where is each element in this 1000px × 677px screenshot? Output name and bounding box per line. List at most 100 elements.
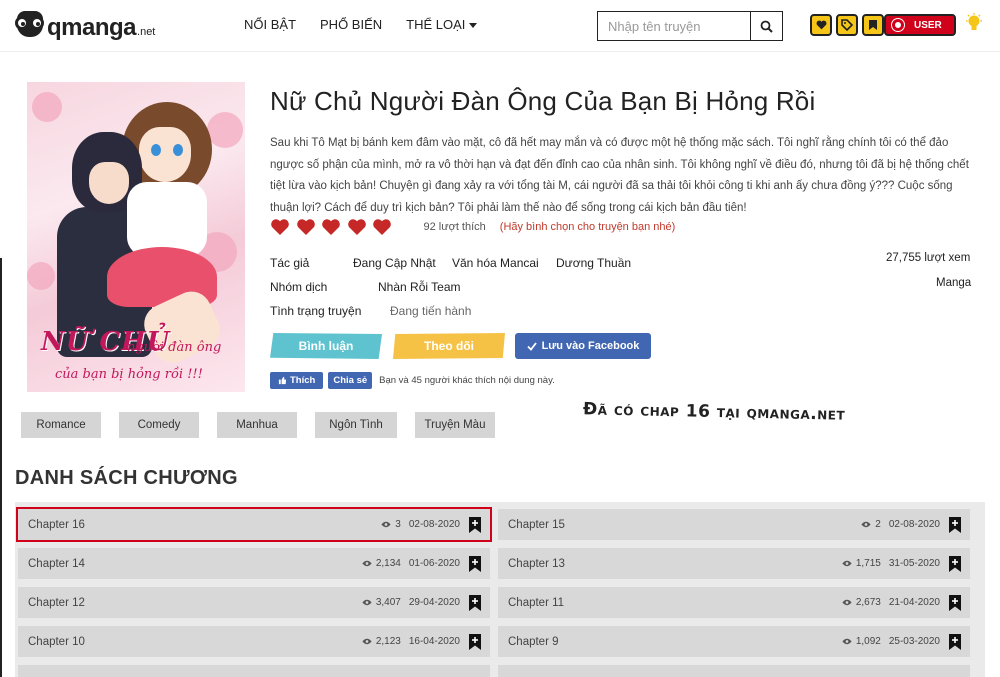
manga-cover: NỮ CHỦ người đàn ông của bạn bị hỏng rồi… [27, 82, 245, 392]
genre-tag[interactable]: Comedy [119, 412, 199, 438]
status-label: Tình trạng truyện [270, 304, 362, 318]
heart-rating-icon[interactable] [347, 218, 367, 236]
manga-description: Sau khi Tô Mạt bị bánh kem đâm vào mặt, … [270, 137, 969, 214]
bookmark-add-icon[interactable] [948, 555, 962, 573]
user-avatar-icon [892, 19, 904, 31]
fb-like-button[interactable]: Thích [270, 372, 324, 389]
genre-tag[interactable]: Truyện Màu [415, 412, 495, 438]
genre-label: Comedy [137, 419, 181, 431]
chapter-row[interactable]: Chapter 9 1,092 25-03-2020 [498, 626, 970, 657]
chapter-views: 1,715 [855, 558, 881, 569]
chapter-row-partial[interactable] [18, 665, 490, 677]
manga-kind: Manga [936, 277, 972, 289]
bookmark-add-icon[interactable] [948, 633, 962, 651]
follow-button[interactable]: Theo dõi [393, 333, 505, 359]
chapter-views: 2 [875, 519, 881, 530]
eye-icon [842, 599, 852, 606]
chapter-date: 25-03-2020 [888, 636, 940, 647]
bookmark-add-icon[interactable] [948, 516, 962, 534]
bookmark-add-icon[interactable] [468, 516, 482, 534]
eye-icon [842, 638, 852, 645]
chapter-date: 02-08-2020 [408, 519, 460, 530]
cover-title-sub: người đàn ông [127, 340, 222, 355]
lightbulb-icon[interactable] [965, 13, 983, 33]
chapter-row[interactable]: Chapter 15 2 02-08-2020 [498, 509, 970, 540]
chapter-row[interactable]: Chapter 13 1,715 31-05-2020 [498, 548, 970, 579]
genre-tags: Romance Comedy Manhua Ngôn Tình Truyện M… [21, 412, 495, 438]
thumbs-up-icon [278, 376, 287, 385]
main-nav: NỔI BẬT PHỔ BIẾN THỂ LOẠI [244, 17, 478, 32]
heart-rating-icon[interactable] [296, 218, 316, 236]
heart-rating-icon[interactable] [270, 218, 290, 236]
heart-rating-icon[interactable] [321, 218, 341, 236]
eye-icon [362, 638, 372, 645]
vote-prompt: (Hãy bình chọn cho truyện bạn nhé) [499, 221, 676, 233]
search-icon [760, 20, 773, 33]
rating-row: 92 lượt thích (Hãy bình chọn cho truyện … [270, 218, 675, 236]
chapter-row[interactable]: Chapter 12 3,407 29-04-2020 [18, 587, 490, 618]
site-logo[interactable]: qmanga .net [14, 8, 155, 40]
eye-icon [842, 560, 852, 567]
search-box [597, 11, 783, 41]
genre-tag[interactable]: Ngôn Tình [315, 412, 397, 438]
genre-label: Romance [36, 419, 86, 431]
heart-icon[interactable] [810, 14, 832, 36]
bookmark-icon[interactable] [862, 14, 884, 36]
chapter-name: Chapter 16 [28, 518, 85, 531]
header-icons [810, 14, 884, 36]
fb-share-label: Chia sẻ [333, 375, 368, 386]
author-link-3[interactable]: Dương Thuần [556, 256, 631, 270]
author-link-2[interactable]: Văn hóa Mancai [452, 256, 539, 270]
heart-rating-icon[interactable] [372, 218, 392, 236]
chapter-views: 3,407 [375, 597, 401, 608]
chapter-name: Chapter 14 [28, 557, 85, 570]
nav-the-loai-label: THỂ LOẠI [406, 17, 466, 32]
page-edge [0, 258, 2, 677]
eye-icon [381, 521, 391, 528]
chapter-name: Chapter 10 [28, 635, 85, 648]
check-icon [526, 341, 537, 351]
bookmark-add-icon[interactable] [468, 555, 482, 573]
chapter-list-title: DANH SÁCH CHƯƠNG [15, 467, 238, 489]
genre-label: Manhua [236, 419, 278, 431]
fb-share-button[interactable]: Chia sẻ [328, 372, 373, 389]
eye-icon [362, 599, 372, 606]
logo-ext: .net [137, 26, 156, 38]
chapter-date: 21-04-2020 [888, 597, 940, 608]
logo-text: qmanga [47, 14, 137, 41]
nav-the-loai[interactable]: THỂ LOẠI [406, 17, 478, 32]
tags-icon[interactable] [836, 14, 858, 36]
chapter-row[interactable]: Chapter 10 2,123 16-04-2020 [18, 626, 490, 657]
search-button[interactable] [750, 12, 782, 40]
chapter-row-partial[interactable] [498, 665, 970, 677]
chapter-row[interactable]: Chapter 16 3 02-08-2020 [16, 507, 492, 542]
chapter-views: 2,123 [375, 636, 401, 647]
search-input[interactable] [598, 12, 750, 40]
chapter-date: 02-08-2020 [888, 519, 940, 530]
genre-label: Truyện Màu [424, 419, 486, 431]
group-link[interactable]: Nhàn Rỗi Team [378, 280, 461, 294]
user-button[interactable]: USER [884, 14, 956, 36]
cover-title-line2: của bạn bị hỏng rồi !!! [55, 367, 203, 382]
nav-noi-bat[interactable]: NỔI BẬT [244, 17, 296, 32]
site-header: qmanga .net NỔI BẬT PHỔ BIẾN THỂ LOẠI US… [0, 0, 1000, 52]
bookmark-add-icon[interactable] [468, 594, 482, 612]
save-to-facebook-button[interactable]: Lưu vào Facebook [515, 333, 651, 359]
status-value: Đang tiến hành [390, 304, 472, 318]
fb-like-text: Bạn và 45 người khác thích nội dung này. [379, 375, 555, 386]
comment-button[interactable]: Bình luận [270, 333, 382, 359]
rating-hearts[interactable] [270, 218, 398, 236]
genre-tag[interactable]: Manhua [217, 412, 297, 438]
chapter-date: 16-04-2020 [408, 636, 460, 647]
author-link-1[interactable]: Đang Cập Nhật [353, 256, 436, 270]
nav-pho-bien[interactable]: PHỔ BIẾN [320, 17, 382, 32]
group-label: Nhóm dịch [270, 280, 328, 294]
bookmark-add-icon[interactable] [948, 594, 962, 612]
chapter-row[interactable]: Chapter 11 2,673 21-04-2020 [498, 587, 970, 618]
bookmark-add-icon[interactable] [468, 633, 482, 651]
genre-tag[interactable]: Romance [21, 412, 101, 438]
chapter-notice: Đã có chap 16 tại qmanga.net [582, 399, 846, 425]
chapter-row[interactable]: Chapter 14 2,134 01-06-2020 [18, 548, 490, 579]
owl-logo-icon [14, 8, 46, 40]
chapter-views: 2,134 [375, 558, 401, 569]
